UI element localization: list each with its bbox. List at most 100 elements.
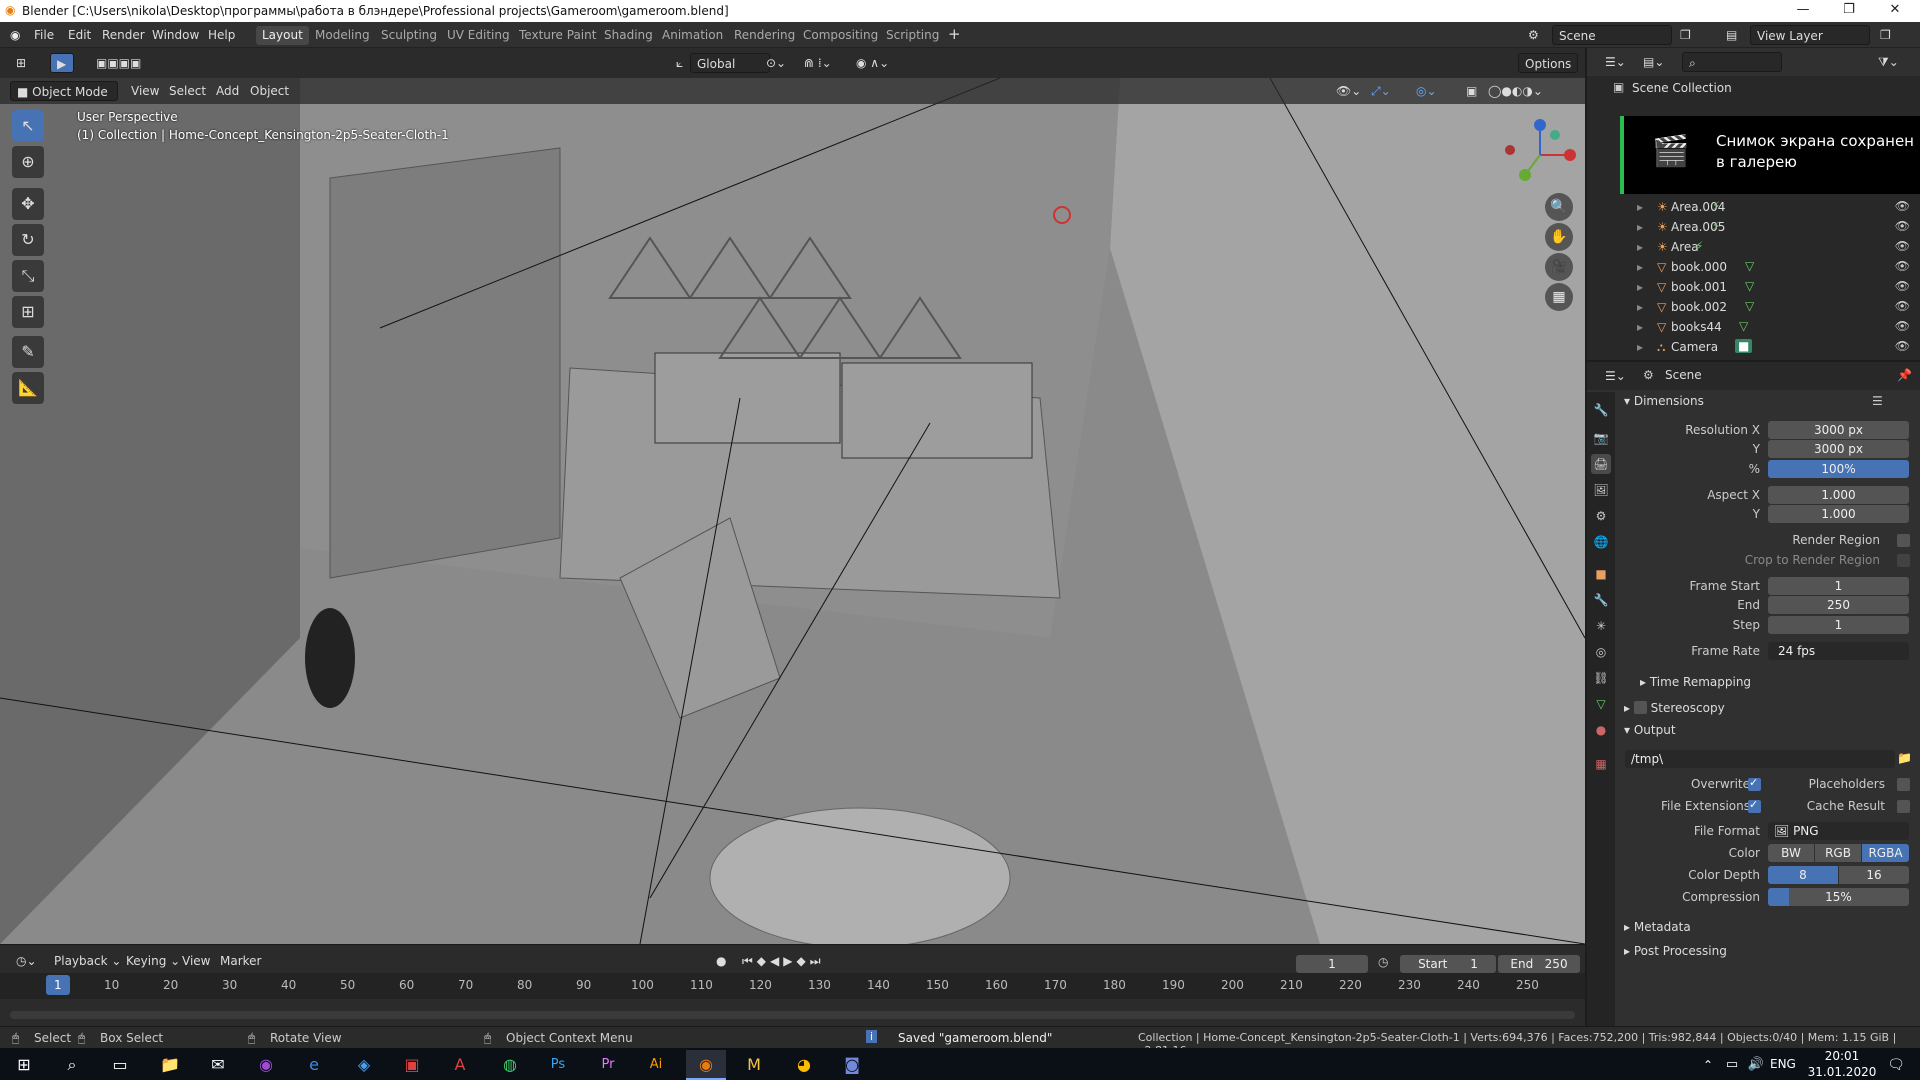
- maximize-icon[interactable]: ❐: [1826, 2, 1872, 17]
- transform-tool-icon[interactable]: ⊞: [12, 296, 44, 328]
- filter-icon[interactable]: ⧩⌄: [1872, 52, 1905, 72]
- placeholders-checkbox[interactable]: [1897, 778, 1910, 791]
- data-tab-icon[interactable]: ▽: [1591, 694, 1611, 714]
- timeline-editor-icon[interactable]: ◷⌄: [10, 951, 43, 971]
- resolution-x-field[interactable]: 3000 px: [1768, 421, 1909, 439]
- options-dropdown[interactable]: Options: [1518, 53, 1579, 73]
- resolution-percent-field[interactable]: 100%: [1768, 460, 1909, 478]
- playback-controls[interactable]: ⏮◆◀▶◆⏭: [736, 951, 831, 971]
- windows-start-icon[interactable]: ⊞: [4, 1050, 44, 1080]
- tab-shading[interactable]: Shading: [598, 26, 659, 45]
- edge-icon[interactable]: e: [294, 1050, 334, 1080]
- overwrite-checkbox[interactable]: [1748, 776, 1761, 791]
- file-format-dropdown[interactable]: 🖼 PNG: [1768, 822, 1909, 840]
- view-layer-selector[interactable]: View Layer: [1750, 25, 1870, 45]
- expand-icon[interactable]: ▸: [1637, 280, 1643, 294]
- outliner-row-book-001[interactable]: ▸ ▽ book.001 ▽ 👁: [1587, 277, 1920, 297]
- dimensions-header[interactable]: ▾ Dimensions: [1624, 394, 1704, 408]
- tab-sculpting[interactable]: Sculpting: [375, 26, 443, 45]
- display-mode-icon[interactable]: ▤⌄: [1637, 52, 1670, 72]
- blender-taskbar-icon[interactable]: ◉: [686, 1050, 726, 1080]
- zoom-icon[interactable]: 🔍: [1545, 193, 1573, 221]
- tab-layout[interactable]: Layout: [256, 26, 309, 45]
- timeline-scrollbar[interactable]: [10, 1011, 1575, 1019]
- blender-menu-icon[interactable]: ◉: [10, 28, 20, 42]
- current-frame-field[interactable]: 1: [1296, 955, 1368, 973]
- file-extensions-checkbox[interactable]: [1748, 798, 1761, 813]
- tab-scripting[interactable]: Scripting: [880, 26, 945, 45]
- preview-range-icon[interactable]: ◷: [1378, 955, 1388, 969]
- premiere-icon[interactable]: Pr: [588, 1050, 628, 1080]
- overlay-toggle-icon[interactable]: ◎⌄: [1410, 81, 1443, 101]
- output-header[interactable]: ▾ Output: [1624, 723, 1676, 737]
- winrar-icon[interactable]: ▣: [392, 1050, 432, 1080]
- outliner-editor-icon[interactable]: ☰⌄: [1599, 52, 1632, 72]
- gizmo-toggle-icon[interactable]: ⤢⌄: [1365, 81, 1397, 101]
- tool-tab-icon[interactable]: 🔧: [1591, 400, 1611, 420]
- stereoscopy-header[interactable]: ▸ Stereoscopy: [1624, 699, 1725, 715]
- physics-tab-icon[interactable]: ◎: [1591, 642, 1611, 662]
- outliner-search[interactable]: ⌕: [1682, 52, 1782, 72]
- render-region-checkbox[interactable]: [1897, 534, 1910, 547]
- scene-selector[interactable]: Scene: [1552, 25, 1672, 45]
- select-mode-icon[interactable]: ▶: [50, 53, 74, 73]
- frame-rate-dropdown[interactable]: 24 fps: [1768, 642, 1909, 660]
- depth-16-button[interactable]: 16: [1839, 866, 1909, 884]
- stereoscopy-checkbox[interactable]: [1633, 701, 1647, 714]
- outliner-row-books44[interactable]: ▸ ▽ books44 ▽ 👁: [1587, 317, 1920, 337]
- select-tool-icon[interactable]: ↖: [12, 110, 44, 142]
- minimize-icon[interactable]: —: [1780, 2, 1826, 17]
- outliner-row-camera[interactable]: ▸ ⛬ Camera ■ 👁: [1587, 337, 1920, 357]
- eye-icon[interactable]: 👁: [1895, 319, 1910, 333]
- end-frame-field[interactable]: End 250: [1498, 955, 1580, 973]
- xray-icon[interactable]: ▣: [1460, 81, 1483, 101]
- shading-modes-icon[interactable]: ◯●◐◑⌄: [1482, 81, 1549, 101]
- properties-editor-icon[interactable]: ☰⌄: [1599, 366, 1632, 386]
- expand-icon[interactable]: ▸: [1637, 300, 1643, 314]
- frame-start-field[interactable]: 1: [1768, 577, 1909, 595]
- constraints-tab-icon[interactable]: ⛓: [1591, 668, 1611, 688]
- m-app-icon[interactable]: M: [734, 1050, 774, 1080]
- menu-view[interactable]: View: [125, 81, 165, 101]
- outliner-row-area[interactable]: ▸ ☀ Area ⚡ 👁: [1587, 237, 1920, 257]
- new-scene-icon[interactable]: ❐: [1680, 28, 1691, 42]
- task-view-icon[interactable]: ▭: [100, 1050, 140, 1080]
- discord-icon[interactable]: ◙: [832, 1050, 872, 1080]
- notifications-icon[interactable]: 🗨: [1876, 1050, 1916, 1080]
- texture-tab-icon[interactable]: ▦: [1591, 754, 1611, 774]
- eye-icon[interactable]: 👁: [1895, 199, 1910, 213]
- onenote-icon[interactable]: ◉: [246, 1050, 286, 1080]
- outliner-row-book-002[interactable]: ▸ ▽ book.002 ▽ 👁: [1587, 297, 1920, 317]
- aspect-y-field[interactable]: 1.000: [1768, 505, 1909, 523]
- output-tab-icon[interactable]: 🖨: [1591, 454, 1611, 474]
- snap-icon[interactable]: ⋒ ⁞⌄: [798, 53, 838, 73]
- clock-date[interactable]: 31.01.2020: [1806, 1065, 1878, 1079]
- modifier-tab-icon[interactable]: 🔧: [1591, 590, 1611, 610]
- eye-icon[interactable]: 👁: [1895, 299, 1910, 313]
- menu-add[interactable]: Add: [210, 81, 245, 101]
- start-frame-field[interactable]: Start 1: [1400, 955, 1496, 973]
- editor-type-icon[interactable]: ⊞: [10, 53, 32, 73]
- eye-icon[interactable]: 👁: [1895, 339, 1910, 353]
- menu-select[interactable]: Select: [163, 81, 212, 101]
- pivot-icon[interactable]: ⊙⌄: [760, 53, 792, 73]
- tab-rendering[interactable]: Rendering: [728, 26, 801, 45]
- eye-icon[interactable]: 👁: [1895, 259, 1910, 273]
- color-bw-button[interactable]: BW: [1768, 844, 1814, 862]
- depth-8-button[interactable]: 8: [1768, 866, 1838, 884]
- outliner-row-book-000[interactable]: ▸ ▽ book.000 ▽ 👁: [1587, 257, 1920, 277]
- eye-icon[interactable]: 👁: [1895, 219, 1910, 233]
- color-rgb-button[interactable]: RGB: [1815, 844, 1861, 862]
- color-rgba-button[interactable]: RGBA: [1862, 844, 1909, 862]
- menu-edit[interactable]: Edit: [68, 28, 91, 42]
- acrobat-icon[interactable]: A: [440, 1050, 480, 1080]
- tab-modeling[interactable]: Modeling: [309, 26, 376, 45]
- pin-icon[interactable]: 📌: [1897, 368, 1912, 382]
- clock-time[interactable]: 20:01: [1812, 1049, 1872, 1063]
- eye-icon[interactable]: 👁: [1895, 279, 1910, 293]
- metadata-header[interactable]: ▸ Metadata: [1624, 920, 1691, 934]
- mode-dropdown[interactable]: ■ Object Mode: [10, 81, 118, 101]
- scene-tab-icon[interactable]: ⚙: [1591, 506, 1611, 526]
- expand-icon[interactable]: ▸: [1637, 260, 1643, 274]
- cursor-tool-icon[interactable]: ⊕: [12, 146, 44, 178]
